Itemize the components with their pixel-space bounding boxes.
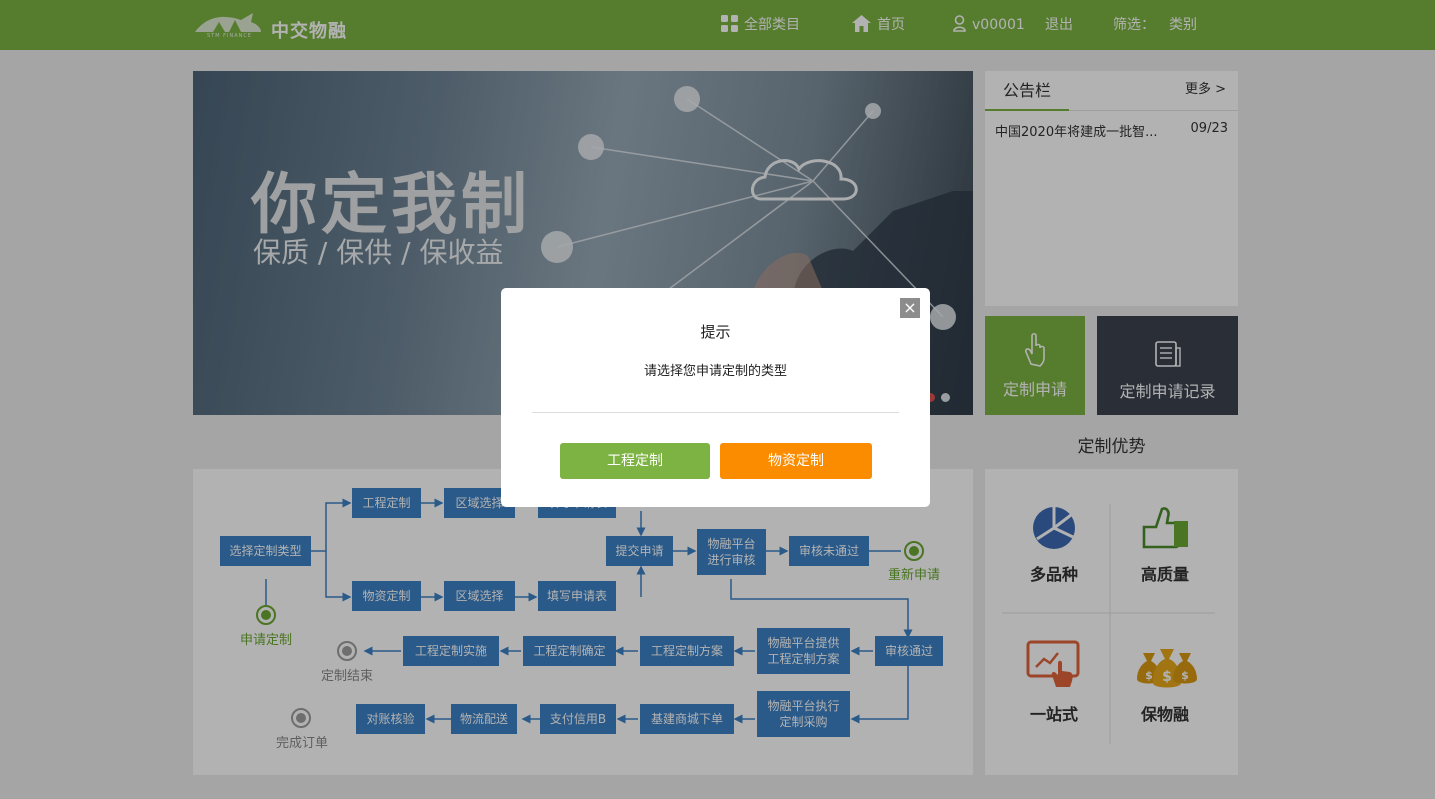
engineering-custom-button[interactable]: 工程定制 xyxy=(560,443,710,479)
material-custom-button[interactable]: 物资定制 xyxy=(720,443,872,479)
dialog-divider xyxy=(532,412,899,413)
select-type-dialog: × 提示 请选择您申请定制的类型 工程定制 物资定制 xyxy=(501,288,930,507)
dialog-message: 请选择您申请定制的类型 xyxy=(643,364,787,379)
dialog-title: 提示 xyxy=(700,323,731,341)
close-icon[interactable]: × xyxy=(900,298,920,318)
